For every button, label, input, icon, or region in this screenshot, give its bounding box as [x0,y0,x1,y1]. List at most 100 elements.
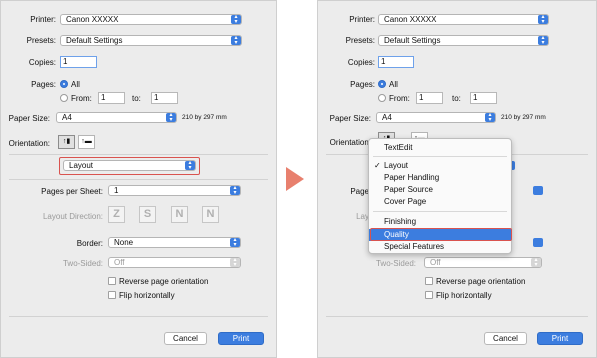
presets-value: Default Settings [384,36,441,45]
border-popup[interactable]: None ▴ ▾ [108,237,241,248]
separator [9,316,268,317]
cancel-button[interactable]: Cancel [164,332,207,345]
menu-item-paper-source[interactable]: Paper Source [369,184,511,196]
print-dialog-layout: Printer: Canon XXXXX ▴ ▾ Presets: Default… [0,0,277,358]
presets-label: Presets: [345,36,375,45]
pages-per-sheet-value: 1 [114,186,119,195]
paper-size-value: A4 [62,113,72,122]
chevron-updown-icon: ▴ ▾ [538,14,548,25]
presets-popup[interactable]: Default Settings ▴ ▾ [60,35,242,46]
chevron-updown-icon: ▴ ▾ [166,112,176,123]
pages-all-radio[interactable] [60,80,68,88]
copies-field[interactable]: 1 [60,56,97,68]
copies-label: Copies: [347,58,375,67]
border-value: None [114,238,134,247]
pages-to-label: to: [132,94,141,103]
chevron-updown-icon: ▴ ▾ [531,257,541,268]
paper-size-label: Paper Size: [329,114,371,123]
copies-field[interactable]: 1 [378,56,414,68]
pages-from-label: From: [71,94,92,103]
chevron-updown-icon: ▴ ▾ [230,257,240,268]
flip-horizontally-label: Flip horizontally [119,291,175,300]
pages-from-field[interactable]: 1 [416,92,443,104]
pages-per-sheet-arrow[interactable] [533,186,543,195]
pages-all-label: All [71,80,80,89]
two-sided-label: Two-Sided: [62,259,103,268]
pages-per-sheet-label: Page [350,187,369,196]
presets-popup[interactable]: Default Settings ▴ ▾ [378,35,549,46]
paper-size-label: Paper Size: [8,114,50,123]
menu-item-cover-page[interactable]: Cover Page [369,196,511,208]
two-sided-popup[interactable]: Off ▴ ▾ [424,257,542,268]
printer-popup[interactable]: Canon XXXXX ▴ ▾ [60,14,242,25]
checkmark-icon: ✓ [374,161,381,170]
pages-to-label: to: [452,94,461,103]
reverse-orientation-label: Reverse page orientation [436,277,526,286]
layout-direction-n-reverse: N [202,206,219,223]
separator [9,179,268,180]
reverse-orientation-checkbox[interactable] [108,277,116,285]
paper-dimensions: 210 by 297 mm [501,114,546,121]
border-popup-arrow[interactable] [533,238,543,247]
layout-direction-n: N [171,206,188,223]
pages-to-field[interactable]: 1 [151,92,178,104]
pages-from-label: From: [389,94,410,103]
pages-all-label: All [389,80,398,89]
landscape-orientation-icon[interactable]: ↑▬ [78,135,95,149]
separator [9,154,268,155]
print-dialog-menu-open: Printer: Canon XXXXX ▴ ▾ Presets: Default… [317,0,597,358]
pages-label: Pages: [31,80,56,89]
menu-item-textedit[interactable]: TextEdit [369,142,511,154]
pages-from-radio[interactable] [378,94,386,102]
chevron-updown-icon: ▴ ▾ [231,14,241,25]
printer-value: Canon XXXXX [384,15,437,24]
two-sided-popup[interactable]: Off ▴ ▾ [108,257,241,268]
menu-separator [373,156,507,157]
chevron-updown-icon: ▴ ▾ [230,237,240,248]
layout-direction-label: Layout Direction: [42,212,103,221]
reverse-orientation-checkbox[interactable] [425,277,433,285]
reverse-orientation-label: Reverse page orientation [119,277,209,286]
separator [326,316,588,317]
orientation-label: Orientation: [8,139,50,148]
paper-dimensions: 210 by 297 mm [182,114,227,121]
menu-item-layout[interactable]: ✓ Layout [369,160,511,172]
copies-label: Copies: [28,58,56,67]
pages-per-sheet-label: Pages per Sheet: [41,187,103,196]
paper-size-popup[interactable]: A4 ▴ ▾ [56,112,177,123]
print-button[interactable]: Print [537,332,583,345]
cancel-button[interactable]: Cancel [484,332,527,345]
highlight-box [59,157,200,175]
pages-to-field[interactable]: 1 [470,92,497,104]
printer-value: Canon XXXXX [66,15,119,24]
presets-value: Default Settings [66,36,123,45]
chevron-updown-icon: ▴ ▾ [538,35,548,46]
flip-horizontally-checkbox[interactable] [425,291,433,299]
print-button[interactable]: Print [218,332,264,345]
flip-horizontally-checkbox[interactable] [108,291,116,299]
chevron-updown-icon: ▴ ▾ [230,185,240,196]
presets-label: Presets: [26,36,56,45]
menu-item-special-features[interactable]: Special Features [369,241,511,253]
portrait-orientation-icon[interactable]: ↑▮ [58,135,75,149]
chevron-updown-icon: ▴ ▾ [485,112,495,123]
two-sided-label: Two-Sided: [375,259,416,268]
flip-horizontally-label: Flip horizontally [436,291,492,300]
printer-popup[interactable]: Canon XXXXX ▴ ▾ [378,14,549,25]
layout-direction-s: S [139,206,156,223]
pages-per-sheet-popup[interactable]: 1 ▴ ▾ [108,185,241,196]
pages-all-radio[interactable] [378,80,386,88]
menu-item-paper-handling[interactable]: Paper Handling [369,172,511,184]
pages-from-radio[interactable] [60,94,68,102]
printer-label: Printer: [349,15,375,24]
printer-label: Printer: [30,15,56,24]
two-sided-value: Off [430,258,441,267]
layout-direction-z: Z [108,206,125,223]
pages-from-field[interactable]: 1 [98,92,125,104]
menu-item-layout-label: Layout [384,161,409,170]
menu-item-finishing[interactable]: Finishing [369,216,511,228]
two-sided-value: Off [114,258,125,267]
border-label: Border: [76,239,103,248]
menu-separator [373,211,507,212]
paper-size-popup[interactable]: A4 ▴ ▾ [376,112,496,123]
